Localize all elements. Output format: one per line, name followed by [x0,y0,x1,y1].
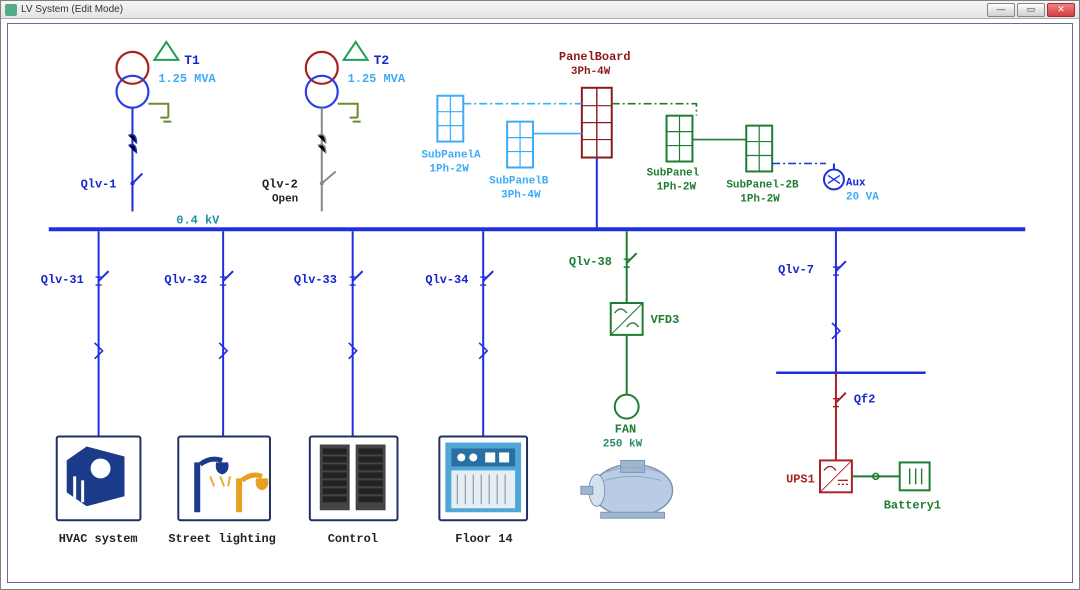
feeder-street[interactable]: Qlv-32 Street lighting [164,231,275,546]
t2-name: T2 [374,53,390,68]
breaker-qlv33[interactable] [350,271,363,285]
vfd3-label: VFD3 [651,313,680,327]
subpanel-2b[interactable]: SubPanel-2B 1Ph-2W [692,126,799,206]
subpanel-1-name: SubPanel [647,167,700,179]
qlv31-label: Qlv-31 [41,273,84,287]
feeder-ups[interactable]: Qlv-7 Qf2 UPS1 [776,231,941,512]
bus-voltage: 0.4 kV [176,213,220,227]
panelboard-name: PanelBoard [559,50,631,64]
subpanel-b-name: SubPanelB [489,175,549,187]
breaker-qlv32[interactable] [220,271,233,285]
breaker-qlv31[interactable] [96,271,109,285]
breaker-qlv7[interactable] [833,261,846,275]
transformer-t1[interactable]: T1 1.25 MVA [81,42,217,211]
app-window: LV System (Edit Mode) — ▭ ✕ T1 1.25 MVA [0,0,1080,590]
subpanel-b[interactable]: SubPanelB 3Ph-4W [489,122,582,202]
battery-name: Battery1 [884,498,941,512]
street-label: Street lighting [168,532,275,546]
fan-rating: 250 kW [603,438,643,450]
qlv2-label: Qlv-2 [262,177,298,191]
main-bus[interactable] [49,227,1026,231]
window-maximize-button[interactable]: ▭ [1017,3,1045,17]
fan-name: FAN [615,423,637,437]
ups-name: UPS1 [786,472,815,486]
aux-rating: 20 VA [846,191,879,203]
panelboard-main[interactable]: PanelBoard 3Ph-4W [559,50,631,229]
window-minimize-button[interactable]: — [987,3,1015,17]
breaker-qlv38[interactable] [624,253,637,267]
feeder-hvac[interactable]: Qlv-31 HVAC system [41,231,141,546]
feeder-fan[interactable]: Qlv-38 VFD3 FAN 250 kW [569,231,679,518]
panelboard-type: 3Ph-4W [571,66,611,78]
qlv7-label: Qlv-7 [778,263,814,277]
breaker-qlv34[interactable] [480,271,493,285]
subpanel-1-type: 1Ph-2W [657,181,697,193]
control-label: Control [328,532,378,546]
breaker-qf2[interactable] [833,393,846,407]
qlv38-label: Qlv-38 [569,255,612,269]
aux-name: Aux [846,177,866,189]
subpanel-a[interactable]: SubPanelA 1Ph-2W [421,96,581,176]
qf2-label: Qf2 [854,393,876,407]
subpanel-2b-type: 1Ph-2W [740,193,780,205]
qlv2-state: Open [272,193,298,205]
subpanel-a-name: SubPanelA [421,150,481,162]
qlv34-label: Qlv-34 [425,273,468,287]
app-icon [5,4,17,16]
t2-rating: 1.25 MVA [348,72,406,86]
feeder-floor14[interactable]: Qlv-34 Floor 14 [425,231,527,546]
motor-icon [581,460,673,518]
window-close-button[interactable]: ✕ [1047,3,1075,17]
qlv1-label: Qlv-1 [81,177,117,191]
window-title: LV System (Edit Mode) [21,4,123,15]
t1-name: T1 [184,53,200,68]
transformer-t2[interactable]: T2 1.25 MVA Qlv-2 Open [262,42,406,211]
subpanel-1[interactable]: SubPanel 1Ph-2W [612,104,700,194]
qlv33-label: Qlv-33 [294,273,337,287]
window-titlebar[interactable]: LV System (Edit Mode) — ▭ ✕ [1,1,1079,19]
t1-rating: 1.25 MVA [158,72,216,86]
feeder-control[interactable]: Qlv-33 Control [294,231,398,546]
subpanel-a-type: 1Ph-2W [429,163,469,175]
qlv32-label: Qlv-32 [164,273,207,287]
hvac-label: HVAC system [59,532,138,546]
subpanel-2b-name: SubPanel-2B [726,179,799,191]
diagram-canvas[interactable]: T1 1.25 MVA [7,23,1073,583]
floor14-label: Floor 14 [455,532,512,546]
subpanel-b-type: 3Ph-4W [501,189,541,201]
